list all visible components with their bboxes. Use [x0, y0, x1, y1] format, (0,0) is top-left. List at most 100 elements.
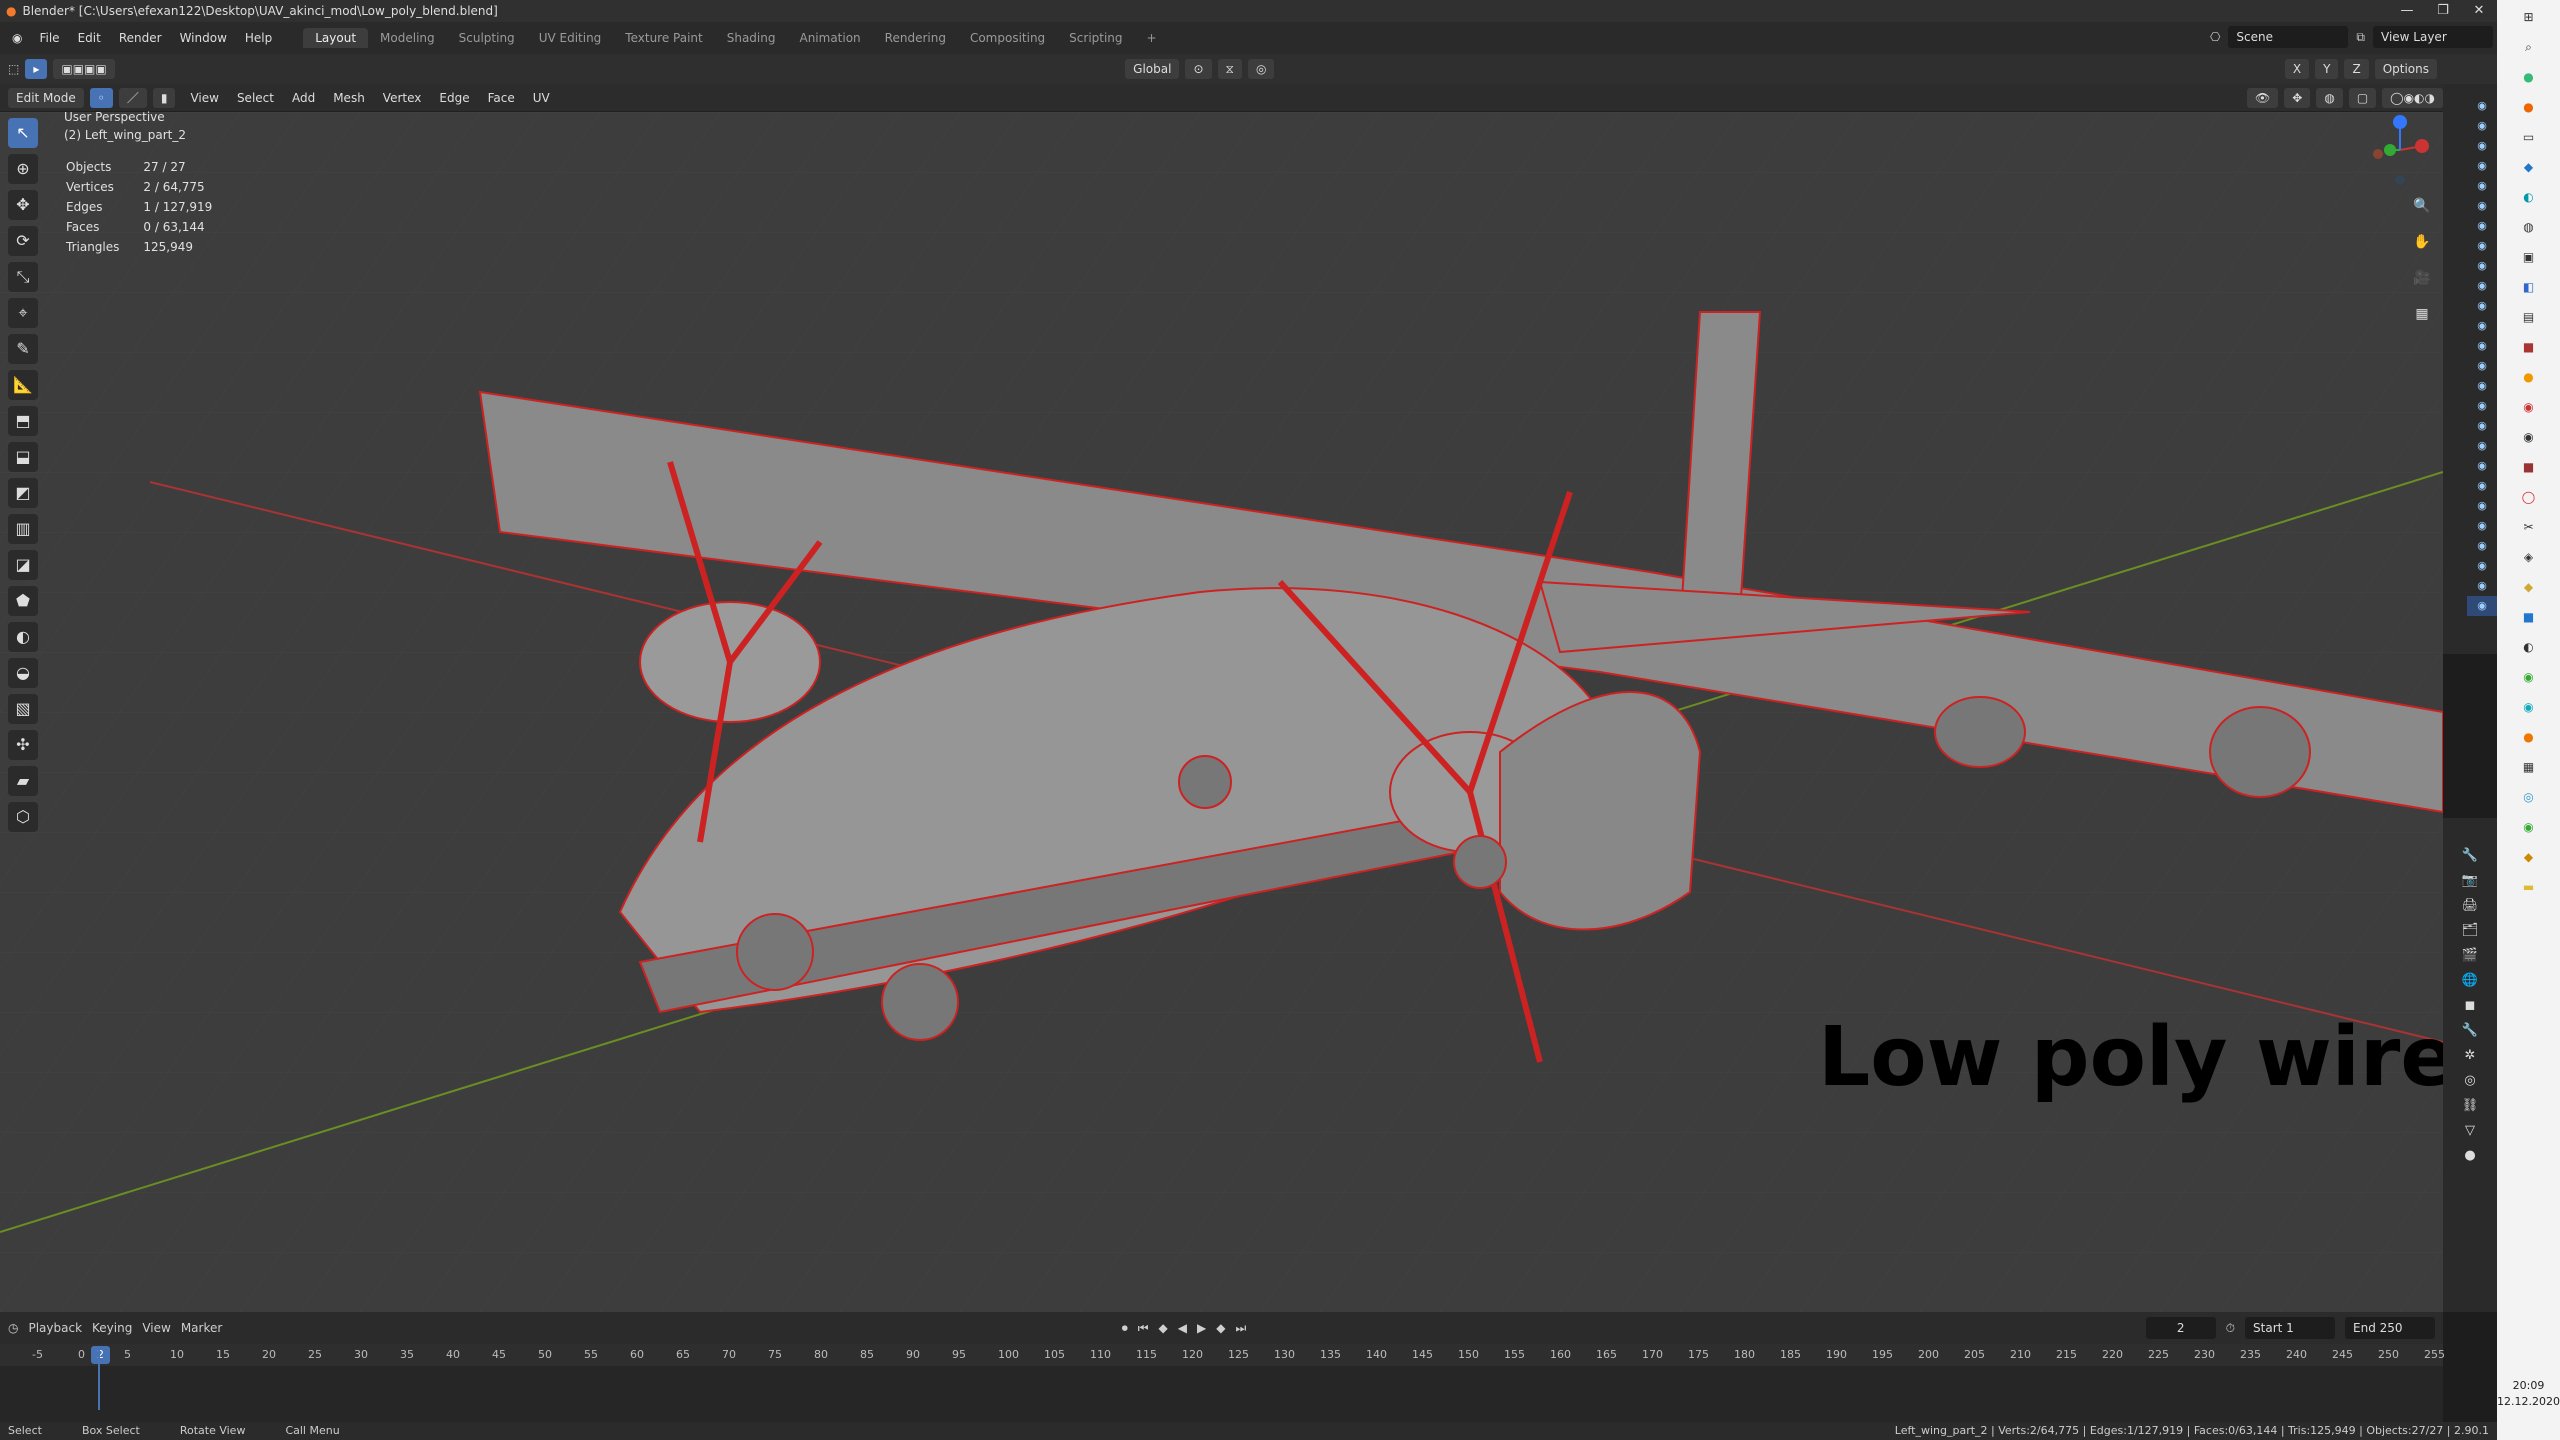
menu-vertex[interactable]: Vertex	[374, 91, 431, 105]
menu-uv[interactable]: UV	[524, 91, 559, 105]
output-props-icon[interactable]: 🖨	[2459, 898, 2481, 913]
app-icon[interactable]: ▣	[2518, 246, 2540, 268]
object-props-icon[interactable]: ◼	[2459, 998, 2481, 1013]
tab-texture-paint[interactable]: Texture Paint	[613, 28, 714, 48]
view-layer-props-icon[interactable]: 🗂	[2459, 923, 2481, 938]
prev-keyframe-button[interactable]: ◆	[1159, 1321, 1168, 1335]
scene-field[interactable]: Scene	[2228, 26, 2349, 48]
select-box-tool-icon[interactable]: ↖	[8, 118, 38, 148]
menu-render[interactable]: Render	[110, 31, 171, 45]
eye-icon[interactable]: ◉	[2467, 196, 2497, 216]
tab-uv-editing[interactable]: UV Editing	[527, 28, 614, 48]
maximize-button[interactable]: ❐	[2425, 0, 2461, 22]
eye-icon[interactable]: ◉	[2467, 536, 2497, 556]
tab-sculpting[interactable]: Sculpting	[447, 28, 527, 48]
app-icon[interactable]: ▤	[2518, 306, 2540, 328]
firefox-icon[interactable]: ●	[2518, 96, 2540, 118]
playback-menu[interactable]: Playback	[28, 1321, 82, 1335]
app-icon[interactable]: ■	[2518, 336, 2540, 358]
scale-tool-icon[interactable]: ⤡	[8, 262, 38, 292]
menu-edit[interactable]: Edit	[69, 31, 110, 45]
eye-icon-selected[interactable]: ◉	[2467, 596, 2497, 616]
eye-icon[interactable]: ◉	[2467, 296, 2497, 316]
keying-menu[interactable]: Keying	[92, 1321, 132, 1335]
edge-icon[interactable]: ◐	[2518, 186, 2540, 208]
eye-icon[interactable]: ◉	[2467, 236, 2497, 256]
play-button[interactable]: ▶	[1197, 1321, 1206, 1335]
marker-menu[interactable]: Marker	[181, 1321, 222, 1335]
tool-props-icon[interactable]: 🔧	[2459, 848, 2481, 863]
transform-orientation-select[interactable]: Global	[1125, 59, 1180, 79]
eye-icon[interactable]: ◉	[2467, 156, 2497, 176]
close-button[interactable]: ✕	[2461, 0, 2497, 22]
axis-z[interactable]: Z	[2344, 59, 2369, 79]
zoom-icon[interactable]: 🔍	[2410, 194, 2434, 218]
knife-tool-icon[interactable]: ◪	[8, 550, 38, 580]
next-keyframe-button[interactable]: ◆	[1216, 1321, 1225, 1335]
shrink-tool-icon[interactable]: ✣	[8, 730, 38, 760]
eye-icon[interactable]: ◉	[2467, 216, 2497, 236]
add-workspace-icon[interactable]: +	[1135, 28, 1169, 48]
vertex-select-button[interactable]: ◦	[89, 87, 113, 108]
physics-props-icon[interactable]: ◎	[2459, 1073, 2481, 1088]
edge-slide-tool-icon[interactable]: ▧	[8, 694, 38, 724]
axis-x[interactable]: X	[2284, 59, 2310, 79]
blender-menu-icon[interactable]: ◉	[6, 31, 28, 45]
menu-window[interactable]: Window	[171, 31, 236, 45]
minimize-button[interactable]: —	[2389, 0, 2425, 22]
eye-icon[interactable]: ◉	[2467, 336, 2497, 356]
app-icon[interactable]: ◈	[2518, 546, 2540, 568]
app-icon[interactable]: ◉	[2518, 426, 2540, 448]
select-mode-buttons[interactable]: ▣▣▣▣	[53, 59, 115, 79]
view-layer-field[interactable]: View Layer	[2373, 26, 2493, 48]
pan-hand-icon[interactable]: ✋	[2410, 230, 2434, 254]
cursor-tool-icon[interactable]: ⊕	[8, 154, 38, 184]
eye-icon[interactable]: ◉	[2467, 136, 2497, 156]
app-icon[interactable]: ◆	[2518, 156, 2540, 178]
proportional-edit-toggle[interactable]: ◎	[1247, 59, 1275, 79]
mode-select[interactable]: Edit Mode	[8, 87, 84, 108]
eye-icon[interactable]: ◉	[2467, 496, 2497, 516]
record-button[interactable]: ⏺	[1122, 1321, 1128, 1336]
timeline-ruler[interactable]: -5 0 5 10 15 20 25 30 35 40 45 50 55 60 65 70 75 80 85 90 95…	[0, 1344, 2445, 1366]
rip-tool-icon[interactable]: ⬡	[8, 802, 38, 832]
bevel-tool-icon[interactable]: ◩	[8, 478, 38, 508]
pivot-select[interactable]: ⊙	[1185, 59, 1212, 79]
eye-icon[interactable]: ◉	[2467, 556, 2497, 576]
smooth-tool-icon[interactable]: ◒	[8, 658, 38, 688]
app-icon[interactable]: ●	[2518, 366, 2540, 388]
visibility-icon[interactable]: 👁	[2247, 87, 2279, 108]
chrome-icon[interactable]: ●	[2518, 66, 2540, 88]
pc-icon[interactable]: ▭	[2518, 126, 2540, 148]
move-tool-icon[interactable]: ✥	[8, 190, 38, 220]
jump-end-button[interactable]: ⏭	[1235, 1321, 1246, 1336]
menu-mesh[interactable]: Mesh	[324, 91, 374, 105]
eye-icon[interactable]: ◉	[2467, 396, 2497, 416]
app-icon[interactable]: ◐	[2518, 636, 2540, 658]
data-props-icon[interactable]: ▽	[2459, 1123, 2481, 1138]
eye-icon[interactable]: ◉	[2467, 356, 2497, 376]
opera-icon[interactable]: ◯	[2518, 486, 2540, 508]
grid-toggle-icon[interactable]: ▦	[2410, 302, 2434, 326]
scene-props-icon[interactable]: 🎬	[2459, 948, 2481, 963]
tab-modeling[interactable]: Modeling	[368, 28, 447, 48]
timeline-playhead[interactable]	[98, 1350, 100, 1410]
tab-rendering[interactable]: Rendering	[873, 28, 958, 48]
world-props-icon[interactable]: 🌐	[2459, 973, 2481, 988]
search-icon[interactable]: ⌕	[2518, 36, 2540, 58]
axis-y[interactable]: Y	[2315, 59, 2339, 79]
menu-file[interactable]: File	[30, 31, 68, 45]
modifier-props-icon[interactable]: 🔧	[2459, 1023, 2481, 1038]
tab-shading[interactable]: Shading	[715, 28, 788, 48]
tab-compositing[interactable]: Compositing	[958, 28, 1057, 48]
blender-taskbar-icon[interactable]: ●	[2518, 726, 2540, 748]
3d-viewport[interactable]	[0, 112, 2443, 1312]
render-props-icon[interactable]: 📷	[2459, 873, 2481, 888]
app-icon[interactable]: ◉	[2518, 396, 2540, 418]
constraints-props-icon[interactable]: ⛓	[2459, 1098, 2481, 1113]
timeline-editor-icon[interactable]: ◷	[8, 1321, 18, 1335]
eye-icon[interactable]: ◉	[2467, 176, 2497, 196]
app-icon[interactable]: ◆	[2518, 576, 2540, 598]
camera-view-icon[interactable]: 🎥	[2410, 266, 2434, 290]
tab-scripting[interactable]: Scripting	[1057, 28, 1134, 48]
